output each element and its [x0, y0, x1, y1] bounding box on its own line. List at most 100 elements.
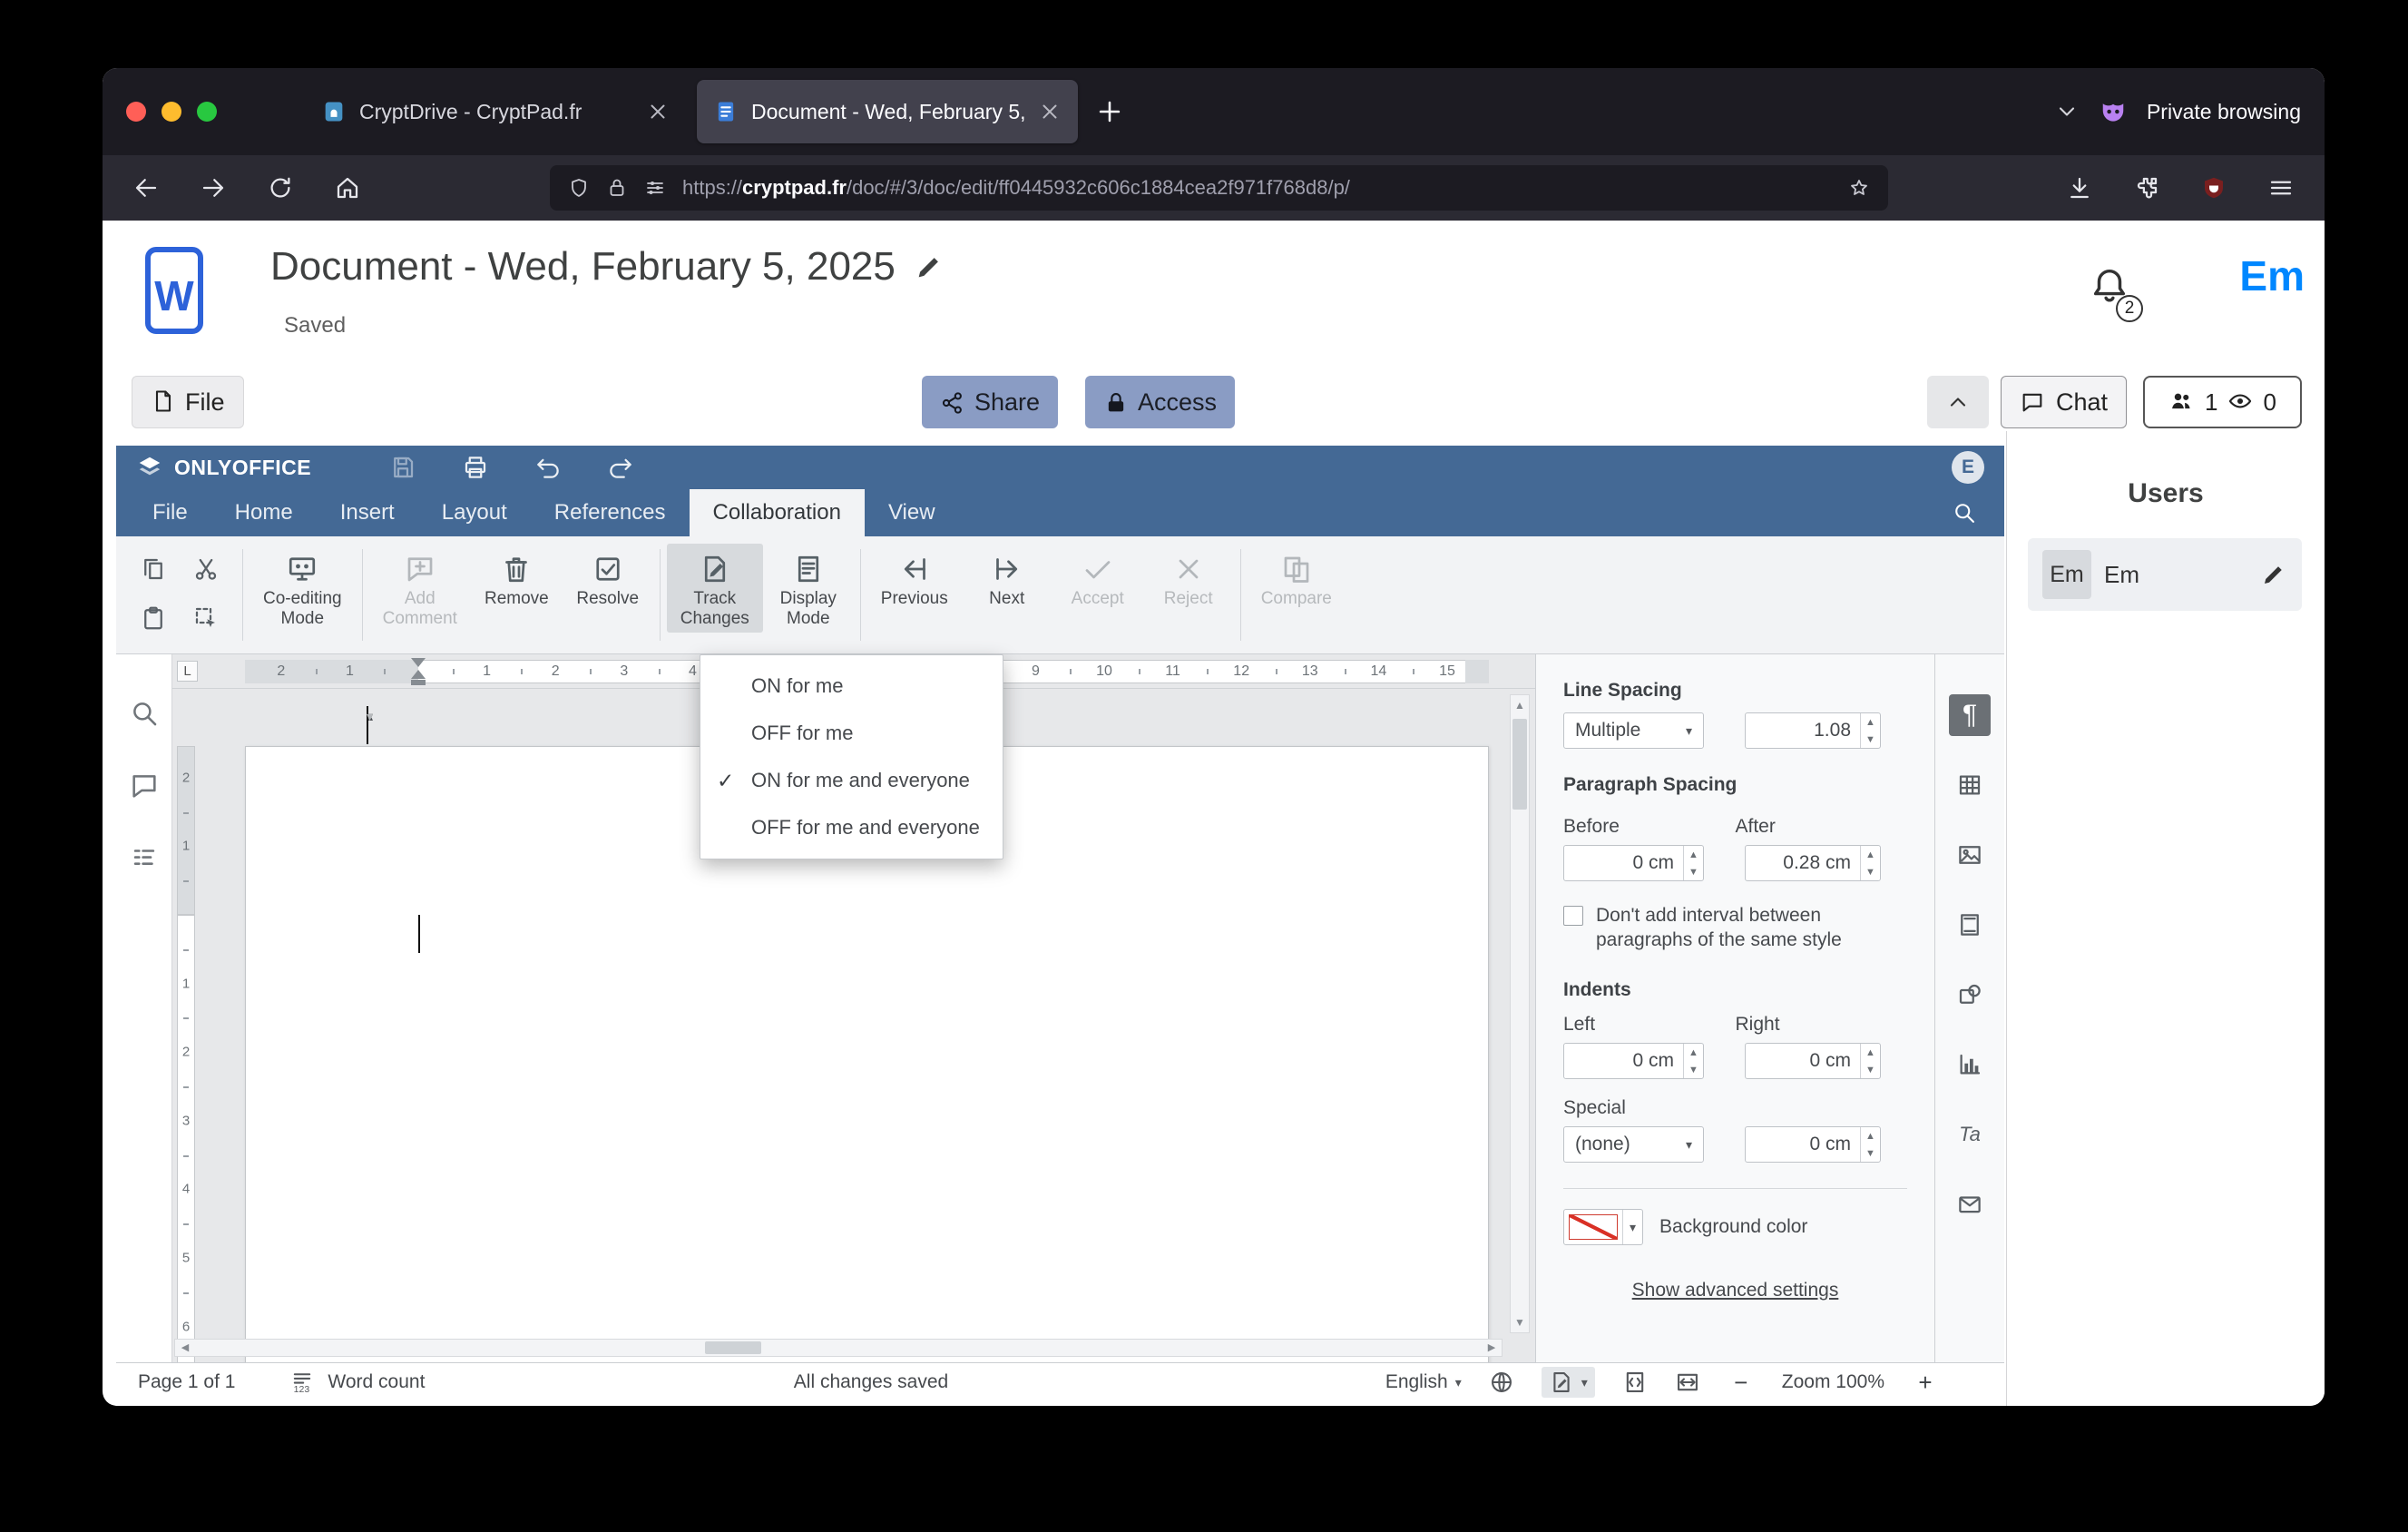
paragraph-settings-button[interactable]: ¶ — [1949, 694, 1991, 736]
spin-down-icon[interactable]: ▼ — [1684, 1061, 1703, 1078]
ribbon-track-changes-button[interactable]: TrackChanges▴ — [367, 544, 763, 744]
line-spacing-select[interactable]: Multiple ▾ — [1563, 712, 1704, 749]
editor-tab-references[interactable]: References — [531, 489, 690, 536]
fit-width-button[interactable] — [1675, 1370, 1700, 1395]
file-menu-button[interactable]: File — [132, 376, 244, 428]
editor-tab-collaboration[interactable]: Collaboration — [689, 489, 865, 536]
special-indent-select[interactable]: (none) ▾ — [1563, 1126, 1704, 1163]
spellcheck-language-icon[interactable] — [1489, 1370, 1514, 1395]
track-changes-status-button[interactable]: ▾ — [1541, 1367, 1595, 1398]
tab-cryptdrive[interactable]: CryptDrive - CryptPad.fr — [305, 80, 686, 143]
color-dropdown-caret[interactable]: ▾ — [1622, 1210, 1642, 1244]
vertical-ruler[interactable]: 2 1 1 2 3 4 5 6 — [172, 689, 200, 1362]
comment-panel-button[interactable] — [129, 771, 160, 801]
spin-down-icon[interactable]: ▼ — [1684, 863, 1703, 880]
zoom-in-button[interactable]: + — [1912, 1369, 1939, 1397]
indent-right-spinner[interactable]: 0 cm ▲ ▼ — [1745, 1043, 1881, 1079]
spin-down-icon[interactable]: ▼ — [1861, 1144, 1880, 1162]
undo-button[interactable] — [534, 454, 562, 481]
notifications-bell-icon[interactable]: 2 — [2089, 264, 2143, 322]
ribbon-next-button[interactable]: Next — [962, 544, 1052, 613]
editor-tab-view[interactable]: View — [865, 489, 959, 536]
spacing-before-spinner[interactable]: 0 cm ▲ ▼ — [1563, 845, 1704, 881]
forward-button[interactable] — [195, 168, 231, 208]
search-panel-button[interactable] — [129, 698, 160, 729]
spacing-after-spinner[interactable]: 0.28 cm ▲ ▼ — [1745, 845, 1881, 881]
tracking-protection-icon[interactable] — [568, 177, 590, 199]
hanging-indent-marker[interactable] — [411, 670, 426, 679]
close-tab-icon[interactable] — [1038, 100, 1062, 123]
spin-up-icon[interactable]: ▲ — [1684, 846, 1703, 863]
language-selector[interactable]: English ▾ — [1385, 1371, 1462, 1393]
horizontal-scrollbar[interactable]: ◀ ▶ — [174, 1339, 1503, 1357]
list-all-tabs-button[interactable] — [2054, 99, 2080, 124]
scrollbar-thumb[interactable] — [705, 1341, 761, 1354]
close-tab-icon[interactable] — [646, 100, 670, 123]
spin-up-icon[interactable]: ▲ — [1684, 1044, 1703, 1061]
chart-settings-button[interactable] — [1949, 1044, 1991, 1085]
access-button[interactable]: Access — [1085, 376, 1236, 428]
downloads-button[interactable] — [2061, 168, 2098, 208]
show-advanced-settings-link[interactable]: Show advanced settings — [1563, 1280, 1907, 1301]
ublock-origin-button[interactable] — [2196, 168, 2232, 208]
ribbon-add-comment-button[interactable]: Add Comment — [369, 544, 471, 633]
app-menu-button[interactable] — [2263, 168, 2299, 208]
scrollbar-thumb[interactable] — [1512, 719, 1527, 810]
permissions-icon[interactable] — [644, 177, 666, 199]
spin-down-icon[interactable]: ▼ — [1861, 731, 1880, 748]
fullscreen-window-button[interactable] — [197, 102, 217, 122]
zoom-level[interactable]: Zoom 100% — [1782, 1371, 1884, 1393]
user-list-item[interactable]: Em Em — [2028, 538, 2302, 611]
shape-settings-button[interactable] — [1949, 974, 1991, 1016]
reload-button[interactable] — [262, 168, 299, 208]
extensions-button[interactable] — [2129, 168, 2165, 208]
spin-up-icon[interactable]: ▲ — [1861, 1044, 1880, 1061]
redo-button[interactable] — [607, 454, 634, 481]
editor-tab-home[interactable]: Home — [211, 489, 317, 536]
save-button[interactable] — [389, 454, 416, 481]
spin-up-icon[interactable]: ▲ — [1861, 846, 1880, 863]
ribbon-accept-button[interactable]: Accept ▾ — [367, 544, 1143, 744]
scroll-left-arrow[interactable]: ◀ — [175, 1340, 195, 1356]
page-indicator[interactable]: Page 1 of 1 — [138, 1371, 235, 1393]
cut-button[interactable] — [192, 555, 220, 583]
ribbon-display-mode-button[interactable]: DisplayMode▾ — [367, 544, 854, 744]
print-button[interactable] — [462, 454, 489, 481]
fit-page-button[interactable] — [1622, 1370, 1648, 1395]
spin-up-icon[interactable]: ▲ — [1861, 1127, 1880, 1144]
tab-document[interactable]: Document - Wed, February 5, 2 — [697, 80, 1078, 143]
image-settings-button[interactable] — [1949, 834, 1991, 876]
ribbon-reject-button[interactable]: Reject ▾ — [367, 544, 1234, 744]
special-indent-spinner[interactable]: 0 cm ▲ ▼ — [1745, 1126, 1881, 1163]
scroll-up-arrow[interactable]: ▲ — [1511, 695, 1529, 715]
navigation-panel-button[interactable] — [129, 843, 160, 874]
menu-item-off-for-me-and-everyone[interactable]: OFF for me and everyone — [700, 804, 1003, 851]
url-bar[interactable]: https://cryptpad.fr/doc/#/3/doc/edit/ff0… — [550, 165, 1888, 211]
menu-item-off-for-me[interactable]: OFF for me — [700, 710, 1003, 757]
collapse-toolbar-button[interactable] — [1927, 376, 1989, 428]
search-icon[interactable] — [1952, 489, 1992, 536]
tab-stop-selector[interactable]: L — [177, 661, 198, 682]
table-settings-button[interactable] — [1949, 764, 1991, 806]
rename-document-icon[interactable] — [914, 251, 945, 282]
background-color-swatch[interactable]: ▾ — [1563, 1209, 1643, 1245]
vertical-scrollbar[interactable]: ▲ ▼ — [1510, 694, 1530, 1333]
back-button[interactable] — [128, 168, 164, 208]
indent-left-spinner[interactable]: 0 cm ▲ ▼ — [1563, 1043, 1704, 1079]
select-all-button[interactable] — [192, 604, 220, 632]
home-button[interactable] — [329, 168, 366, 208]
zoom-out-button[interactable]: − — [1728, 1369, 1755, 1397]
mail-merge-settings-button[interactable] — [1949, 1183, 1991, 1225]
share-button[interactable]: Share — [922, 376, 1059, 428]
account-avatar[interactable]: Em — [2239, 251, 2305, 300]
new-tab-button[interactable] — [1094, 96, 1125, 127]
spin-down-icon[interactable]: ▼ — [1861, 863, 1880, 880]
edit-user-icon[interactable] — [2260, 561, 2287, 588]
left-indent-marker[interactable] — [411, 680, 426, 685]
header-footer-settings-button[interactable] — [1949, 904, 1991, 946]
scroll-right-arrow[interactable]: ▶ — [1482, 1340, 1502, 1356]
line-spacing-amount-spinner[interactable]: 1.08 ▲ ▼ — [1745, 712, 1881, 749]
no-interval-checkbox[interactable] — [1563, 906, 1583, 926]
first-line-indent-marker[interactable] — [411, 658, 426, 667]
https-lock-icon[interactable] — [606, 177, 628, 199]
